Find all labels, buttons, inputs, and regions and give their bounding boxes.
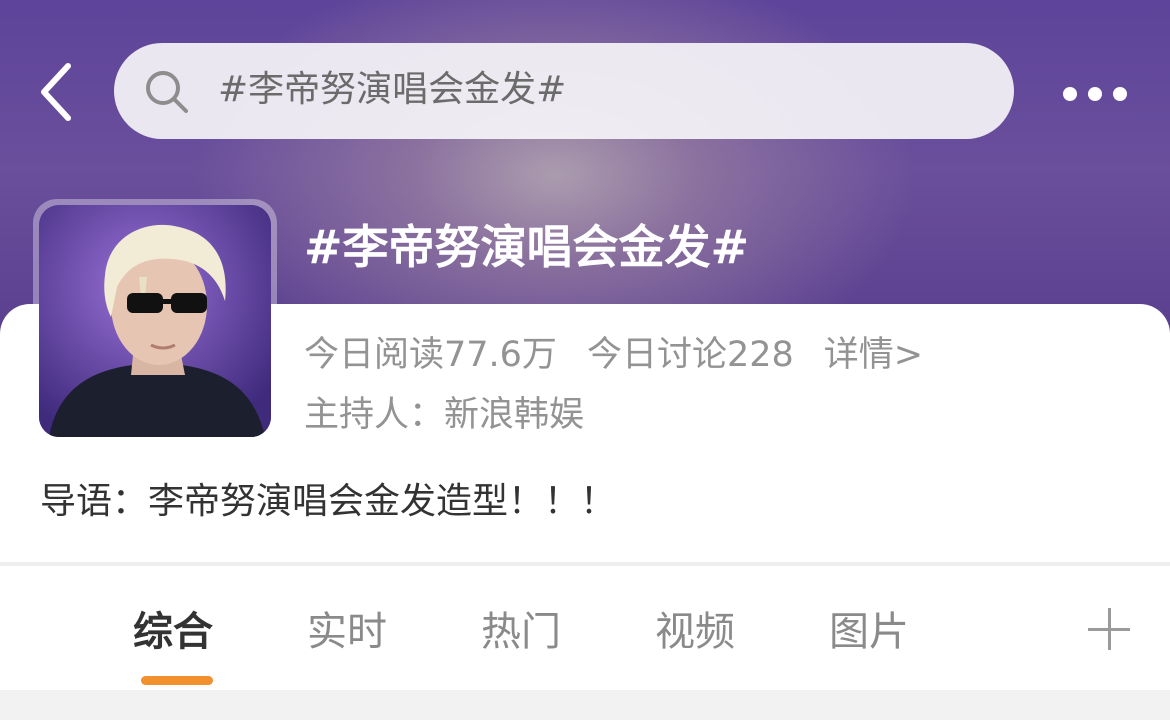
search-input[interactable]: #李帝努演唱会金发# — [218, 67, 566, 113]
topic-title: #李帝努演唱会金发# — [304, 220, 750, 274]
tab-bar: 综合 实时 热门 视频 图片 — [0, 566, 1170, 690]
active-tab-indicator — [141, 676, 213, 685]
tab-comprehensive[interactable]: 综合 — [133, 606, 213, 658]
plus-icon[interactable] — [1088, 608, 1130, 650]
read-count: 今日阅读77.6万 — [304, 335, 557, 375]
details-link[interactable]: 详情> — [824, 335, 923, 375]
topic-avatar[interactable] — [39, 205, 271, 437]
tab-hot[interactable]: 热门 — [481, 606, 561, 658]
chevron-left-icon[interactable] — [36, 62, 80, 122]
discussion-count: 今日讨论228 — [586, 335, 794, 375]
topic-avatar-frame — [33, 199, 277, 443]
tab-video[interactable]: 视频 — [655, 606, 735, 658]
search-bar[interactable]: #李帝努演唱会金发# — [114, 43, 1014, 139]
topic-stats: 今日阅读77.6万 今日讨论228 详情> — [304, 332, 923, 378]
topic-intro: 导语：李帝努演唱会金发造型！！！ — [40, 481, 617, 522]
tab-images[interactable]: 图片 — [829, 606, 909, 658]
topic-host[interactable]: 主持人：新浪韩娱 — [304, 392, 584, 438]
tab-realtime[interactable]: 实时 — [307, 606, 387, 658]
avatar-portrait-image — [39, 205, 271, 437]
more-dots-icon[interactable] — [1060, 83, 1130, 105]
search-icon — [146, 71, 188, 113]
